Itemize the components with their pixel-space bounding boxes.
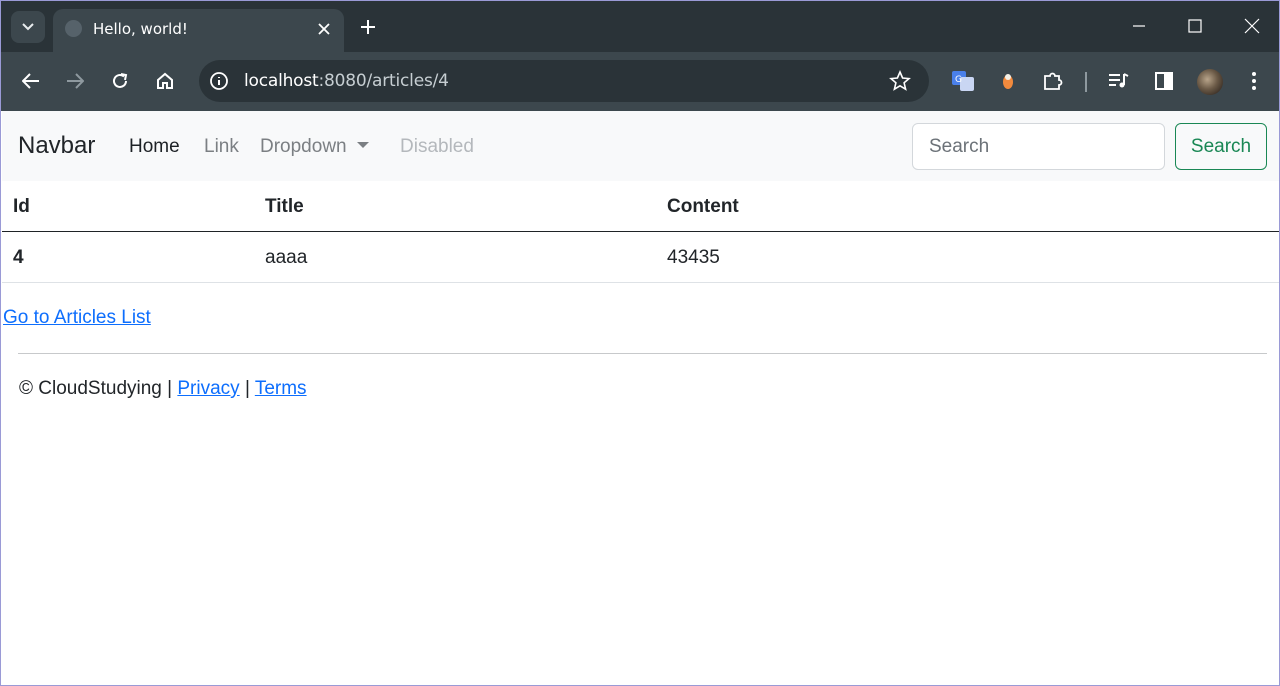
nav-dropdown[interactable]: Dropdown <box>260 136 369 158</box>
active-tab[interactable]: Hello, world! <box>53 9 344 52</box>
privacy-link[interactable]: Privacy <box>177 378 239 399</box>
svg-text:G: G <box>955 75 962 85</box>
footer: © CloudStudying | Privacy | Terms <box>19 378 307 400</box>
header-id: Id <box>13 196 30 217</box>
caret-down-icon <box>356 142 369 148</box>
reload-icon[interactable] <box>106 67 134 95</box>
plus-icon[interactable] <box>356 15 380 39</box>
close-icon[interactable] <box>314 19 334 39</box>
puzzle-icon[interactable] <box>1039 67 1067 95</box>
minimize-icon[interactable] <box>1126 13 1152 39</box>
back-arrow-icon[interactable] <box>17 67 45 95</box>
toolbar-separator <box>1085 72 1087 92</box>
nav-link-home[interactable]: Home <box>129 136 180 158</box>
media-icon[interactable] <box>1105 67 1133 95</box>
globe-icon <box>65 20 82 37</box>
cell-id: 4 <box>13 247 24 268</box>
address-bar[interactable]: localhost:8080/articles/4 <box>199 60 929 102</box>
info-icon[interactable] <box>209 71 229 91</box>
footer-separator: | <box>244 378 250 399</box>
cell-content: 43435 <box>667 247 720 268</box>
article-table: Id Title Content 4 aaaa 43435 <box>2 181 1279 283</box>
tab-strip: Hello, world! <box>1 1 1279 52</box>
translate-icon[interactable]: G <box>949 67 977 95</box>
url-path: :8080/articles/4 <box>318 71 449 91</box>
tab-search-icon[interactable] <box>11 11 45 43</box>
header-title: Title <box>265 196 304 217</box>
extension-icon[interactable] <box>994 67 1022 95</box>
profile-avatar[interactable] <box>1197 69 1223 95</box>
footer-divider <box>18 353 1267 354</box>
nav-dropdown-label: Dropdown <box>260 136 347 157</box>
forward-arrow-icon[interactable] <box>61 67 89 95</box>
search-button[interactable]: Search <box>1175 123 1267 170</box>
nav-link-disabled: Disabled <box>400 136 474 157</box>
cell-title: aaaa <box>265 247 308 268</box>
table-header-row: Id Title Content <box>2 181 1279 232</box>
url-host: localhost <box>244 71 319 91</box>
browser-toolbar: localhost:8080/articles/4 G <box>1 52 1279 111</box>
browser-window: Hello, world! localhost:8080/articles/4 … <box>0 0 1280 686</box>
table-row: 4 aaaa 43435 <box>2 232 1279 283</box>
articles-list-link[interactable]: Go to Articles List <box>3 307 151 329</box>
header-content: Content <box>667 196 739 217</box>
navbar-brand[interactable]: Navbar <box>18 132 95 160</box>
close-window-icon[interactable] <box>1239 13 1265 39</box>
search-input[interactable] <box>912 123 1165 170</box>
tab-title: Hello, world! <box>93 20 188 38</box>
home-icon[interactable] <box>151 67 179 95</box>
footer-separator: | <box>167 378 173 399</box>
side-panel-icon[interactable] <box>1150 67 1178 95</box>
terms-link[interactable]: Terms <box>255 378 307 399</box>
url-text[interactable]: localhost:8080/articles/4 <box>244 71 449 91</box>
footer-copyright: © CloudStudying <box>19 378 162 399</box>
maximize-icon[interactable] <box>1182 13 1208 39</box>
site-navbar: Navbar Home Link Dropdown Disabled Searc… <box>2 111 1279 181</box>
more-icon[interactable] <box>1240 67 1268 95</box>
star-icon[interactable] <box>889 69 911 92</box>
nav-link-link[interactable]: Link <box>204 136 239 158</box>
